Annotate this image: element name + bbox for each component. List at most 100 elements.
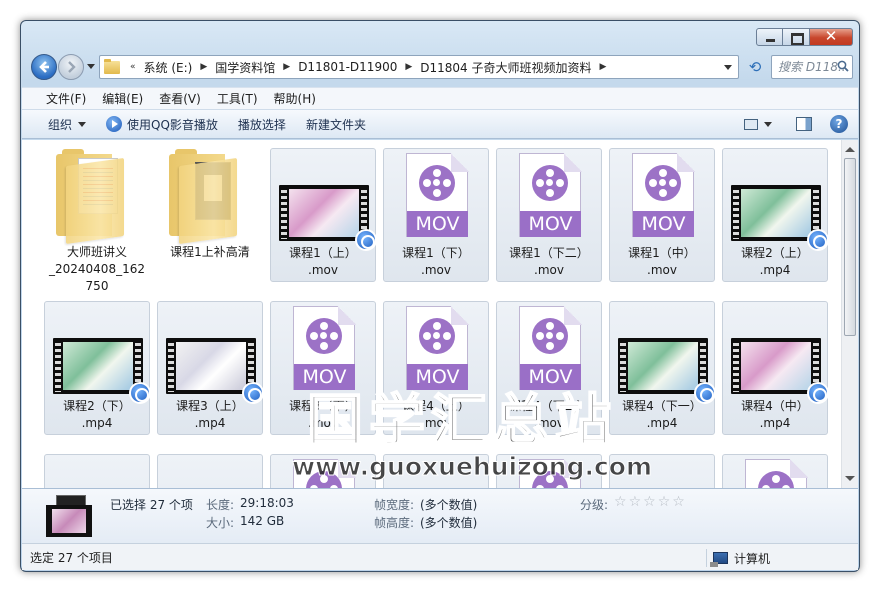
forward-button[interactable] — [58, 54, 84, 80]
status-bar: 选定 27 个项目 计算机 — [22, 543, 858, 570]
scroll-thumb[interactable] — [844, 158, 856, 336]
close-icon: ✕ — [824, 27, 838, 45]
file-item[interactable] — [609, 454, 715, 488]
file-item[interactable]: MOV 课程1（下） .mov — [383, 148, 489, 282]
search-icon[interactable] — [837, 60, 849, 72]
refresh-icon: ⟲ — [748, 58, 762, 76]
file-name-line: 750 — [85, 279, 109, 293]
file-item[interactable] — [722, 454, 828, 488]
video-icon — [46, 505, 92, 537]
file-item[interactable]: 课程4（中） .mp4 — [722, 301, 829, 435]
rating-key: 分级: — [580, 498, 609, 512]
search-input[interactable]: 搜索 D118... — [771, 55, 853, 79]
file-item[interactable]: 大师班讲义 _20240408_162 750 — [44, 148, 150, 293]
star-icon[interactable]: ☆ — [672, 494, 685, 510]
status-selection: 选定 27 个项目 — [30, 551, 113, 565]
menu-help[interactable]: 帮助(H) — [266, 90, 324, 107]
file-name-line: 课程3（上） — [176, 399, 244, 413]
maximize-button[interactable] — [783, 28, 810, 46]
file-item[interactable]: 课程2（上） .mp4 — [722, 148, 829, 282]
file-item[interactable] — [44, 454, 150, 488]
file-item[interactable]: MOV 课程1（下二） .mov — [496, 148, 602, 282]
back-button[interactable] — [31, 54, 57, 80]
file-item[interactable]: 课程2（下） .mp4 — [44, 301, 151, 435]
size-value: 142 GB — [240, 514, 285, 528]
file-name-line: .mov — [421, 416, 451, 430]
file-item[interactable]: 课程1（上） .mov — [270, 148, 377, 282]
breadcrumb-drive[interactable]: 系统 (E:) — [138, 59, 199, 76]
file-name-line: .mp4 — [759, 263, 791, 277]
play-selection-button[interactable]: 播放选择 — [228, 116, 296, 133]
folder-icon — [104, 58, 120, 74]
chevron-right-icon[interactable]: ▶ — [403, 62, 414, 72]
computer-icon — [710, 552, 728, 567]
file-name: 课程2（下） .mp4 — [45, 398, 149, 432]
breadcrumb-overflow[interactable]: « — [128, 62, 138, 72]
file-name: 课程1（中） .mov — [610, 245, 714, 279]
file-name-line: 课程2（下） — [63, 399, 131, 413]
recent-pages-dropdown[interactable] — [87, 64, 95, 69]
minimize-button[interactable] — [756, 28, 783, 46]
folder-icon — [169, 149, 241, 245]
file-name: 课程1上补高清 — [157, 244, 263, 261]
selected-count: 已选择 27 个项 — [110, 498, 193, 512]
view-options-dropdown[interactable] — [764, 121, 772, 127]
chevron-right-icon[interactable]: ▶ — [598, 62, 609, 72]
file-name-line: 课程1（上） — [289, 246, 357, 260]
file-name: 课程1（下二） .mov — [497, 245, 601, 279]
navigation-row: « 系统 (E:) ▶ 国学资料馆 ▶ D11801-D11900 ▶ D118… — [27, 52, 853, 82]
organize-label: 组织 — [48, 117, 73, 132]
address-bar[interactable]: « 系统 (E:) ▶ 国学资料馆 ▶ D11801-D11900 ▶ D118… — [99, 55, 739, 79]
file-item[interactable]: MOV 课程1（中） .mov — [609, 148, 715, 282]
new-folder-button[interactable]: 新建文件夹 — [296, 116, 376, 133]
preview-pane-icon[interactable] — [796, 117, 812, 131]
file-name-line: 课程2（上） — [741, 246, 809, 260]
file-item[interactable]: MOV 课程3（下） .mov — [270, 301, 376, 435]
file-name: 课程3（上） .mp4 — [158, 398, 262, 432]
file-list[interactable]: 大师班讲义 _20240408_162 750 课程1上补高清 课程1（上） .mov MO… — [22, 140, 858, 488]
star-icon[interactable]: ☆ — [614, 494, 627, 510]
file-item[interactable]: 课程1上补高清 — [157, 148, 263, 282]
frame-height-value: (多个数值) — [420, 516, 478, 530]
close-button[interactable]: ✕ — [810, 27, 853, 46]
file-item[interactable] — [270, 454, 376, 488]
refresh-button[interactable]: ⟲ — [745, 57, 765, 77]
organize-button[interactable]: 组织 — [38, 116, 96, 133]
chevron-right-icon[interactable]: ▶ — [198, 62, 209, 72]
file-item[interactable]: 课程4（下一） .mp4 — [609, 301, 716, 435]
scroll-down-icon[interactable] — [845, 476, 855, 481]
menu-bar: 文件(F) 编辑(E) 查看(V) 工具(T) 帮助(H) — [22, 87, 858, 109]
star-icon[interactable]: ☆ — [658, 494, 671, 510]
file-name-line: 课程4（下二） — [509, 399, 589, 413]
file-item[interactable]: 课程3（上） .mp4 — [157, 301, 264, 435]
file-name: 课程4（下一） .mp4 — [610, 398, 714, 432]
rating-stars[interactable]: ☆ ☆ ☆ ☆ ☆ — [614, 494, 687, 510]
help-icon[interactable]: ? — [830, 115, 848, 133]
breadcrumb-range[interactable]: D11801-D11900 — [292, 60, 403, 74]
address-dropdown-icon[interactable] — [724, 65, 732, 70]
file-item[interactable] — [157, 454, 263, 488]
file-name-line: 大师班讲义 — [66, 245, 127, 259]
menu-edit[interactable]: 编辑(E) — [94, 90, 151, 107]
chevron-right-icon[interactable]: ▶ — [281, 62, 292, 72]
file-name-line: 课程4（上） — [402, 399, 470, 413]
menu-file[interactable]: 文件(F) — [38, 90, 94, 107]
scroll-up-icon[interactable] — [845, 147, 855, 152]
qq-play-button[interactable]: 使用QQ影音播放 — [96, 116, 228, 133]
menu-view[interactable]: 查看(V) — [151, 90, 209, 107]
file-name-line: 课程1（下二） — [509, 246, 589, 260]
file-item[interactable] — [496, 454, 602, 488]
breadcrumb-library[interactable]: 国学资料馆 — [209, 59, 281, 76]
star-icon[interactable]: ☆ — [643, 494, 656, 510]
breadcrumb-current[interactable]: D11804 子奇大师班视频加资料 — [414, 59, 597, 76]
menu-tools[interactable]: 工具(T) — [209, 90, 266, 107]
size-key: 大小: — [206, 516, 235, 530]
frame-width-key: 帧宽度: — [374, 498, 415, 512]
vertical-scrollbar[interactable] — [841, 140, 858, 488]
file-item[interactable]: MOV 课程4（下二） .mov — [496, 301, 602, 435]
file-item[interactable]: MOV 课程4（上） .mov — [383, 301, 489, 435]
star-icon[interactable]: ☆ — [629, 494, 642, 510]
change-view-icon[interactable] — [744, 118, 758, 130]
file-name-line: .mov — [308, 416, 338, 430]
file-item[interactable] — [383, 454, 489, 488]
